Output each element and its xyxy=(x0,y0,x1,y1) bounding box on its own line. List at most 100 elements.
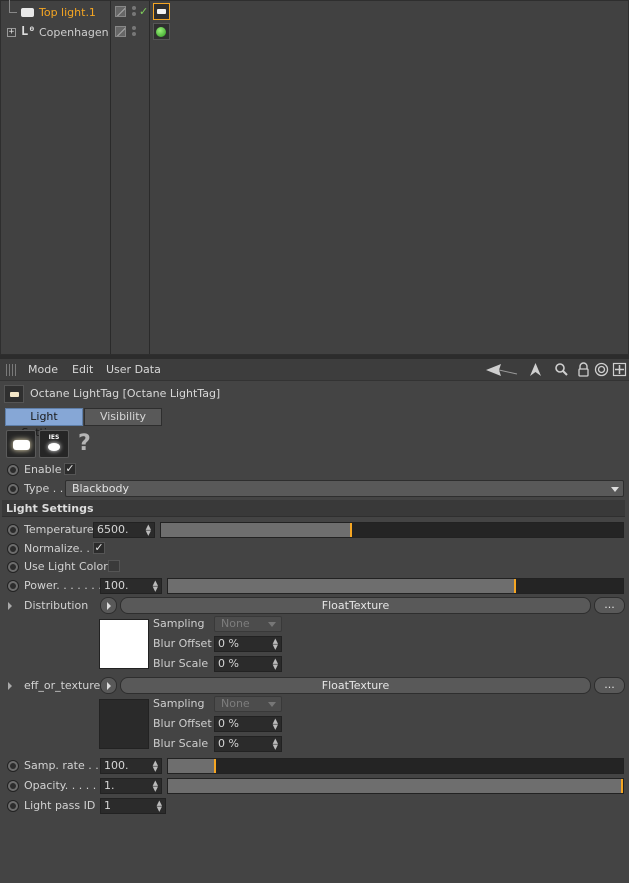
stepper-arrows-icon[interactable]: ▲ ▼ xyxy=(157,800,162,813)
blur-offset-input[interactable]: 0 % ▲ ▼ xyxy=(214,636,282,652)
up-arrow-icon[interactable] xyxy=(528,362,543,377)
type-dropdown[interactable]: Blackbody xyxy=(65,480,624,497)
stepper-arrows-icon[interactable]: ▲ ▼ xyxy=(146,524,151,537)
samp-rate-input[interactable]: 100. ▲ ▼ xyxy=(100,758,162,774)
opacity-value: 1. xyxy=(104,779,115,792)
tab-light-settings[interactable]: Light Settings xyxy=(5,408,83,439)
animation-radio-icon[interactable] xyxy=(7,464,19,476)
octane-light-tag-icon xyxy=(4,385,24,403)
power-label: Power. . . . . . . xyxy=(24,579,102,592)
stepper-arrows-icon[interactable]: ▲ ▼ xyxy=(273,658,278,671)
attribute-manager: Mode Edit User Data Octane LightTag [Oct… xyxy=(0,359,629,883)
use-light-color-checkbox[interactable] xyxy=(108,560,120,572)
search-icon[interactable] xyxy=(554,362,569,377)
distribution-more-button[interactable]: ... xyxy=(594,597,625,614)
back-arrow-icon[interactable] xyxy=(485,362,519,377)
param-distribution: Distribution FloatTexture ... xyxy=(0,597,629,615)
distribution-texture-button[interactable]: FloatTexture xyxy=(120,597,591,614)
tab-visibility[interactable]: Visibility xyxy=(84,408,162,426)
object-row-top-light[interactable]: Top light.1 ✓ xyxy=(1,0,628,22)
animation-radio-icon[interactable] xyxy=(7,760,19,772)
stepper-arrows-icon[interactable]: ▲ ▼ xyxy=(273,738,278,751)
expand-triangle-icon[interactable] xyxy=(8,602,12,610)
menu-user-data[interactable]: User Data xyxy=(106,363,161,376)
expand-triangle-icon[interactable] xyxy=(8,682,12,690)
eff-more-button[interactable]: ... xyxy=(594,677,625,694)
object-name[interactable]: Top light.1 xyxy=(39,6,96,19)
power-slider[interactable] xyxy=(167,578,624,594)
visibility-dots-icon[interactable] xyxy=(132,25,138,39)
light-pass-id-input[interactable]: 1 ▲ ▼ xyxy=(100,798,166,814)
object-row-copenhagen[interactable]: + L⁰ Copenhagen xyxy=(1,22,628,42)
stepper-arrows-icon[interactable]: ▲ ▼ xyxy=(153,780,158,793)
temperature-input[interactable]: 6500. ▲ ▼ xyxy=(93,522,155,538)
sampling-value: None xyxy=(221,697,250,710)
slider-knob[interactable] xyxy=(621,779,623,793)
stepper-arrows-icon[interactable]: ▲ ▼ xyxy=(273,718,278,731)
blur-offset-value: 0 % xyxy=(218,717,239,730)
samp-rate-slider[interactable] xyxy=(167,758,624,774)
menu-edit[interactable]: Edit xyxy=(72,363,93,376)
stepper-arrows-icon[interactable]: ▲ ▼ xyxy=(273,638,278,651)
opacity-slider[interactable] xyxy=(167,778,624,794)
type-label: Type . . xyxy=(24,482,64,495)
eff-texture-button[interactable]: FloatTexture xyxy=(120,677,591,694)
animation-radio-icon[interactable] xyxy=(7,780,19,792)
enable-checkbox[interactable]: ✓ xyxy=(64,463,76,475)
animation-radio-icon[interactable] xyxy=(7,561,19,573)
panel-grip-icon[interactable] xyxy=(6,364,18,376)
opacity-input[interactable]: 1. ▲ ▼ xyxy=(100,778,162,794)
new-panel-icon[interactable] xyxy=(612,362,627,377)
sampling-dropdown[interactable]: None xyxy=(214,616,282,632)
slider-knob[interactable] xyxy=(514,579,516,593)
column-divider[interactable] xyxy=(110,1,111,354)
blur-scale-input[interactable]: 0 % ▲ ▼ xyxy=(214,736,282,752)
animation-radio-icon[interactable] xyxy=(7,543,19,555)
slider-knob[interactable] xyxy=(350,523,352,537)
expand-plus-icon[interactable]: + xyxy=(7,28,16,37)
area-light-icon[interactable] xyxy=(6,430,36,458)
lock-icon[interactable] xyxy=(576,362,591,377)
help-icon[interactable]: ? xyxy=(78,431,91,456)
sampling-dropdown[interactable]: None xyxy=(214,696,282,712)
stepper-arrows-icon[interactable]: ▲ ▼ xyxy=(153,580,158,593)
distribution-preview[interactable] xyxy=(99,619,149,669)
blur-offset-input[interactable]: 0 % ▲ ▼ xyxy=(214,716,282,732)
menu-mode[interactable]: Mode xyxy=(28,363,58,376)
normalize-checkbox[interactable]: ✓ xyxy=(93,542,105,554)
layer-icon[interactable] xyxy=(115,6,126,17)
octane-light-tag-icon[interactable] xyxy=(153,3,170,20)
temperature-slider[interactable] xyxy=(160,522,624,538)
animation-radio-icon[interactable] xyxy=(7,483,19,495)
eff-preview[interactable] xyxy=(99,699,149,749)
slider-knob[interactable] xyxy=(214,759,216,773)
visibility-dots-icon[interactable] xyxy=(132,5,138,19)
eff-link-button[interactable] xyxy=(100,677,117,694)
tag-header: Octane LightTag [Octane LightTag] xyxy=(4,384,624,404)
ies-light-icon[interactable]: IES xyxy=(39,430,69,458)
enabled-check-icon[interactable]: ✓ xyxy=(139,5,148,18)
blur-offset-value: 0 % xyxy=(218,637,239,650)
layer-icon[interactable] xyxy=(115,26,126,37)
tree-line xyxy=(9,12,17,13)
animation-radio-icon[interactable] xyxy=(7,800,19,812)
blur-scale-value: 0 % xyxy=(218,737,239,750)
column-divider[interactable] xyxy=(149,1,150,354)
blur-scale-value: 0 % xyxy=(218,657,239,670)
blur-scale-input[interactable]: 0 % ▲ ▼ xyxy=(214,656,282,672)
animation-radio-icon[interactable] xyxy=(7,580,19,592)
stepper-arrows-icon[interactable]: ▲ ▼ xyxy=(153,760,158,773)
distribution-link-button[interactable] xyxy=(100,597,117,614)
temperature-value: 6500. xyxy=(97,523,129,536)
target-icon[interactable] xyxy=(594,362,609,377)
object-name[interactable]: Copenhagen xyxy=(39,26,109,39)
param-power: Power. . . . . . . 100. ▲ ▼ xyxy=(0,577,629,595)
ies-label: IES xyxy=(48,434,60,441)
power-value: 100. xyxy=(104,579,129,592)
power-input[interactable]: 100. ▲ ▼ xyxy=(100,578,162,594)
animation-radio-icon[interactable] xyxy=(7,524,19,536)
eff-or-texture-label: eff_or_texture xyxy=(24,679,101,692)
tag-title: Octane LightTag [Octane LightTag] xyxy=(30,387,221,400)
param-enable: Enable ✓ xyxy=(0,461,629,479)
octane-material-tag-icon[interactable] xyxy=(153,23,170,40)
